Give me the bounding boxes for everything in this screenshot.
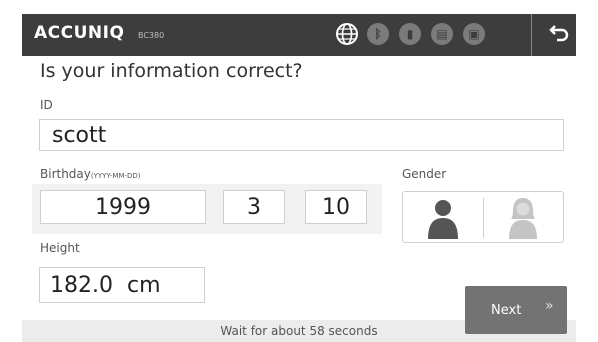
birth-day-field[interactable]: 10 [305,190,367,224]
memory-card-icon[interactable]: ▮ [399,23,421,45]
birthday-label-text: Birthday [40,167,91,181]
id-label: ID [40,98,53,112]
birth-month-field[interactable]: 3 [223,190,285,224]
next-button[interactable]: Next » [465,286,567,334]
wait-seconds: 58 [309,324,325,338]
id-field[interactable]: scott [39,119,564,151]
gender-divider [483,198,484,238]
top-bar: ACCUNIQ BC380 ᛒ ▮ ▤ ▣ [22,14,576,56]
gender-label: Gender [402,167,447,181]
wait-prefix: Wait for about [220,324,310,338]
bluetooth-icon[interactable]: ᛒ [367,23,389,45]
chevron-right-icon: » [545,298,554,314]
id-card-icon[interactable]: ▤ [431,23,453,45]
next-label: Next [491,303,522,318]
back-icon[interactable] [548,22,570,46]
height-unit: cm [126,273,161,298]
model-label: BC380 [138,31,165,40]
height-label: Height [40,241,80,255]
screen: ACCUNIQ BC380 ᛒ ▮ ▤ ▣ Is your informatio… [22,14,576,342]
height-field[interactable]: 182.0 cm [39,267,205,303]
globe-icon[interactable] [335,22,359,46]
birthday-label: Birthday(YYYY-MM-DD) [40,167,141,181]
female-icon[interactable] [505,197,541,239]
printer-icon[interactable]: ▣ [463,23,485,45]
top-bar-divider [531,14,532,56]
birthday-format: (YYYY-MM-DD) [90,172,141,180]
wait-suffix: seconds [324,324,378,338]
male-icon[interactable] [425,197,461,239]
height-value: 182.0 [50,273,113,298]
birth-year-field[interactable]: 1999 [40,190,206,224]
brand-logo: ACCUNIQ [34,23,125,43]
page-title: Is your information correct? [40,60,303,82]
gender-selector [402,191,564,243]
